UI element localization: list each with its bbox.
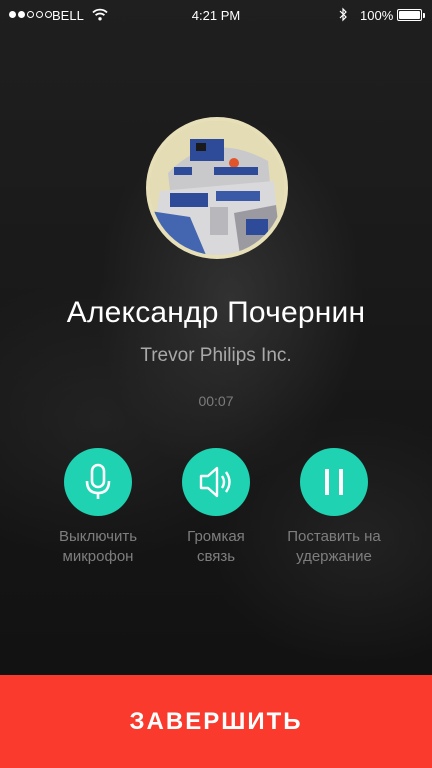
bluetooth-icon (338, 7, 348, 25)
caller-name: Александр Почернин (66, 296, 366, 329)
battery-percent: 100% (360, 8, 394, 23)
battery-icon (397, 9, 425, 21)
status-bar: BELL 4:21 PM 100% (0, 0, 432, 32)
blurred-background (0, 0, 432, 768)
speaker-icon[interactable] (182, 448, 250, 516)
pause-icon[interactable] (300, 448, 368, 516)
hold-button[interactable]: Поставить на удержание (264, 448, 404, 567)
caller-company: Trevor Philips Inc. (140, 345, 292, 366)
call-duration: 00:07 (198, 393, 234, 409)
hold-label: Поставить на удержание (287, 528, 381, 565)
microphone-icon[interactable] (64, 448, 132, 516)
end-call-button[interactable]: ЗАВЕРШИТЬ (0, 675, 432, 768)
caller-avatar (146, 117, 288, 259)
